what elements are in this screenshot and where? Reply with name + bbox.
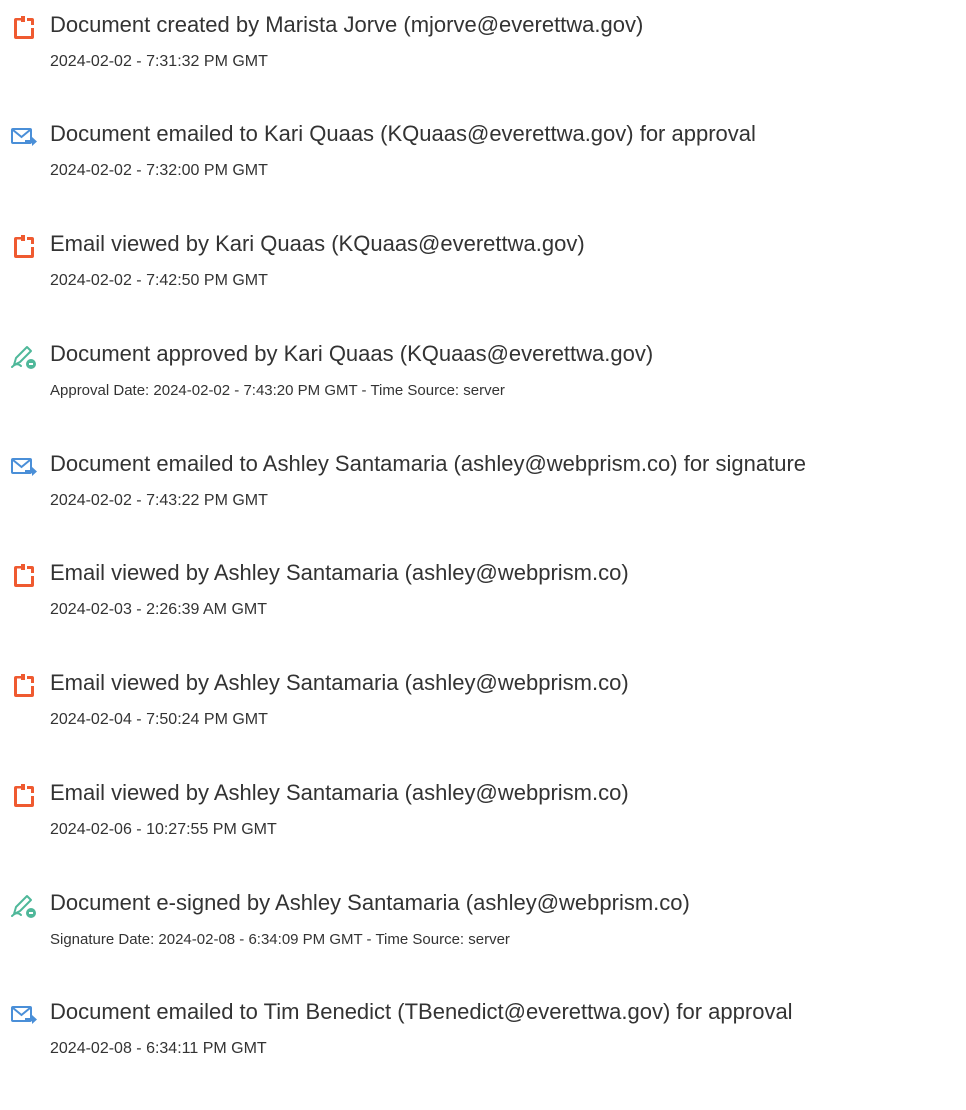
email-sent-icon: [10, 453, 38, 481]
audit-event: Email viewed by Ashley Santamaria (ashle…: [0, 670, 966, 770]
event-title: Email viewed by Ashley Santamaria (ashle…: [50, 780, 629, 805]
event-title: Document emailed to Ashley Santamaria (a…: [50, 451, 807, 476]
event-timestamp: 2024-02-03 - 2:26:39 AM GMT: [50, 601, 267, 618]
audit-event: Document emailed to Kari Quaas (KQuaas@e…: [0, 121, 966, 221]
email-sent-icon: [10, 123, 38, 151]
document-viewed-icon: [10, 672, 38, 700]
event-timestamp: Signature Date: 2024-02-08 - 6:34:09 PM …: [50, 931, 510, 948]
document-viewed-icon: [10, 782, 38, 810]
audit-event: Document emailed to Ashley Santamaria (a…: [0, 451, 966, 551]
audit-event: Email viewed by Ashley Santamaria (ashle…: [0, 560, 966, 660]
event-title: Document e-signed by Ashley Santamaria (…: [50, 890, 690, 915]
document-viewed-icon: [10, 562, 38, 590]
document-created-icon: [10, 14, 38, 42]
audit-event: Document approved by Kari Quaas (KQuaas@…: [0, 341, 966, 441]
event-timestamp: 2024-02-06 - 10:27:55 PM GMT: [50, 821, 277, 838]
event-timestamp: 2024-02-02 - 7:42:50 PM GMT: [50, 272, 268, 289]
audit-event: Email viewed by Kari Quaas (KQuaas@evere…: [0, 231, 966, 331]
event-title: Document approved by Kari Quaas (KQuaas@…: [50, 341, 654, 366]
pen-signature-icon: [10, 343, 38, 371]
event-timestamp: 2024-02-02 - 7:31:32 PM GMT: [50, 53, 268, 70]
audit-event: Document e-signed by Ashley Santamaria (…: [0, 890, 966, 990]
event-timestamp: 2024-02-08 - 6:34:11 PM GMT: [50, 1040, 267, 1057]
event-title: Email viewed by Ashley Santamaria (ashle…: [50, 560, 629, 585]
audit-event: Email viewed by Ashley Santamaria (ashle…: [0, 780, 966, 880]
document-viewed-icon: [10, 233, 38, 261]
audit-event: Document created by Marista Jorve (mjorv…: [0, 12, 966, 112]
email-sent-icon: [10, 1001, 38, 1029]
pen-signature-icon: [10, 892, 38, 920]
event-timestamp: Approval Date: 2024-02-02 - 7:43:20 PM G…: [50, 382, 505, 399]
event-title: Document emailed to Tim Benedict (TBened…: [50, 999, 793, 1024]
audit-event: Document emailed to Tim Benedict (TBened…: [0, 999, 966, 1099]
event-timestamp: 2024-02-04 - 7:50:24 PM GMT: [50, 711, 268, 728]
event-title: Document emailed to Kari Quaas (KQuaas@e…: [50, 121, 756, 146]
event-title: Email viewed by Kari Quaas (KQuaas@evere…: [50, 231, 585, 256]
event-title: Document created by Marista Jorve (mjorv…: [50, 12, 644, 37]
event-title: Email viewed by Ashley Santamaria (ashle…: [50, 670, 629, 695]
event-timestamp: 2024-02-02 - 7:43:22 PM GMT: [50, 492, 268, 509]
event-timestamp: 2024-02-02 - 7:32:00 PM GMT: [50, 162, 268, 179]
